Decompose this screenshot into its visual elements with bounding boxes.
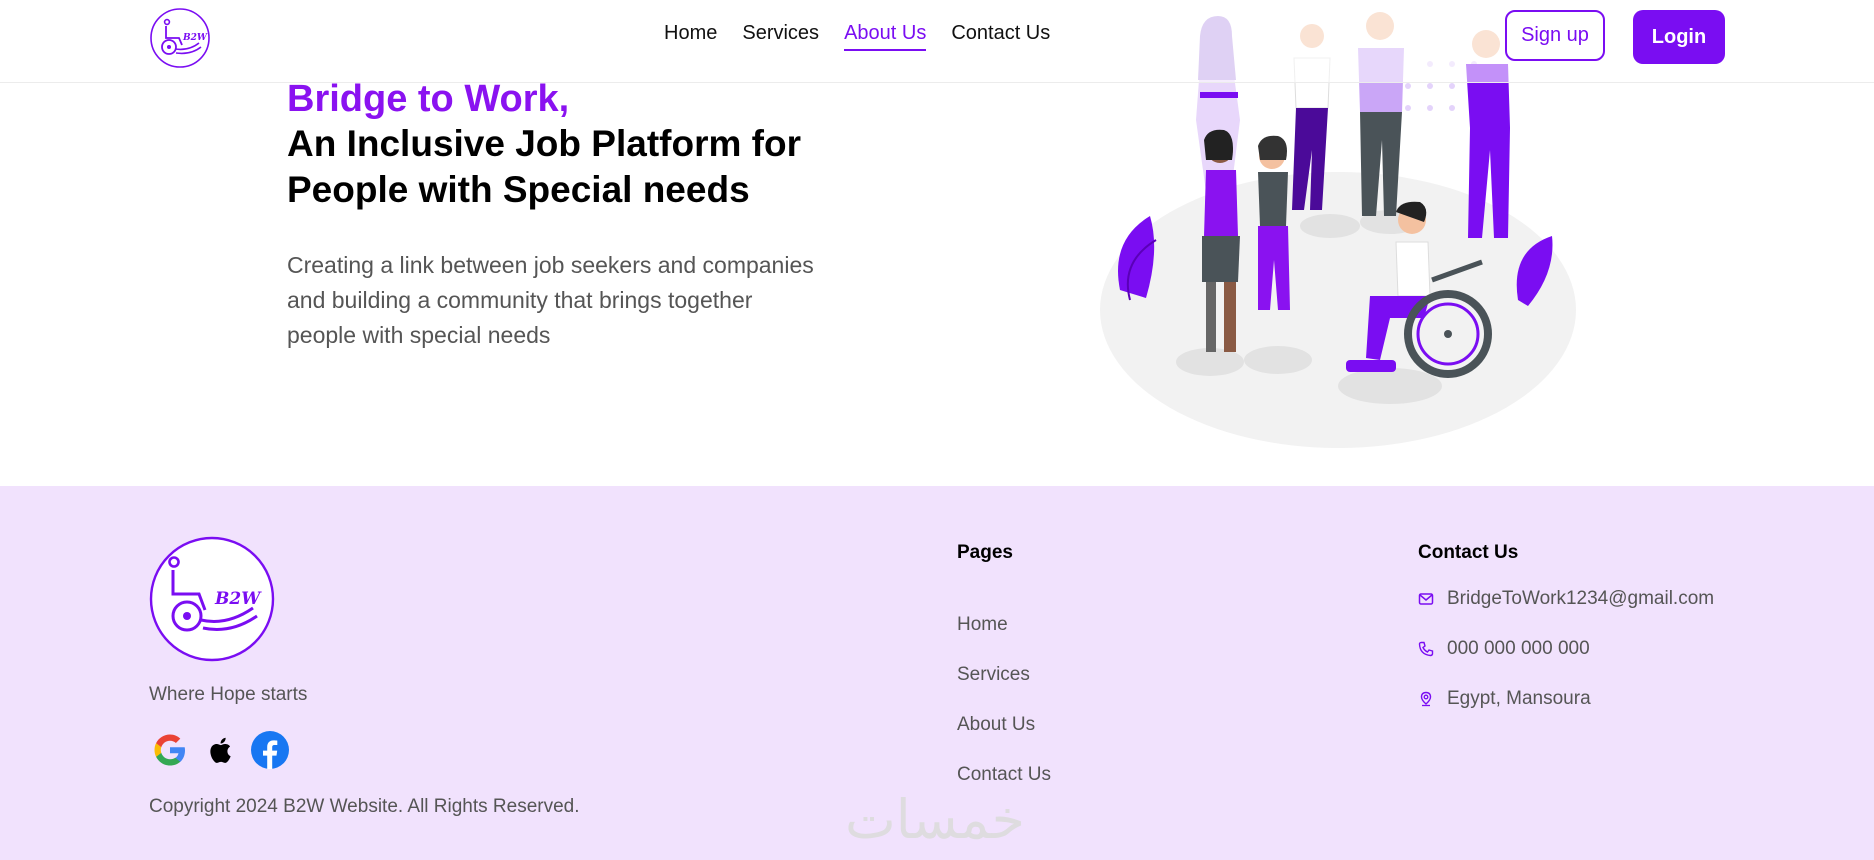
footer-link-home[interactable]: Home [957, 614, 1051, 664]
hero-title: An Inclusive Job Platform for People wit… [287, 121, 847, 213]
footer-contact-list: BridgeToWork1234@gmail.com 000 000 000 0… [1418, 588, 1714, 738]
nav-contact-us[interactable]: Contact Us [951, 22, 1050, 51]
hero-title-line-2: People with Special needs [287, 169, 750, 210]
contact-address: Egypt, Mansoura [1447, 688, 1591, 709]
nav-about-us[interactable]: About Us [844, 22, 927, 51]
copyright-text: Copyright 2024 B2W Website. All Rights R… [149, 796, 580, 817]
footer-pages-list: Home Services About Us Contact Us [957, 614, 1051, 814]
contact-phone-item[interactable]: 000 000 000 000 [1418, 638, 1714, 688]
footer-logo-text: B2W [214, 589, 262, 609]
phone-icon [1418, 641, 1434, 657]
footer-link-services[interactable]: Services [957, 664, 1051, 714]
hero-description: Creating a link between job seekers and … [287, 252, 814, 348]
top-navbar: B2W Home Services About Us Contact Us Si… [0, 0, 1874, 83]
footer-link-about-us[interactable]: About Us [957, 714, 1051, 764]
contact-address-item: Egypt, Mansoura [1418, 688, 1714, 738]
google-icon[interactable] [151, 731, 189, 769]
facebook-icon[interactable] [251, 731, 289, 769]
hero-title-line-1: An Inclusive Job Platform for [287, 123, 801, 164]
signup-button[interactable]: Sign up [1505, 10, 1605, 61]
login-button[interactable]: Login [1633, 10, 1725, 64]
b2w-logo[interactable]: B2W [149, 7, 211, 69]
logo-text: B2W [182, 33, 208, 43]
nav-services[interactable]: Services [742, 22, 819, 51]
contact-email-item[interactable]: BridgeToWork1234@gmail.com [1418, 588, 1714, 638]
main-nav: Home Services About Us Contact Us [664, 22, 1050, 51]
social-links [151, 731, 289, 769]
location-pin-icon [1420, 691, 1432, 707]
contact-phone[interactable]: 000 000 000 000 [1447, 638, 1590, 660]
pages-heading: Pages [957, 542, 1013, 563]
contact-heading: Contact Us [1418, 542, 1519, 563]
hero-brand-heading: Bridge to Work, [287, 78, 570, 120]
contact-email[interactable]: BridgeToWork1234@gmail.com [1447, 588, 1714, 610]
footer-tagline: Where Hope starts [149, 684, 308, 705]
khamsat-watermark: خمسات [844, 788, 1026, 851]
apple-icon[interactable] [201, 731, 239, 769]
footer-b2w-logo[interactable]: B2W [149, 536, 275, 662]
nav-home[interactable]: Home [664, 22, 717, 51]
mail-icon [1418, 593, 1434, 605]
